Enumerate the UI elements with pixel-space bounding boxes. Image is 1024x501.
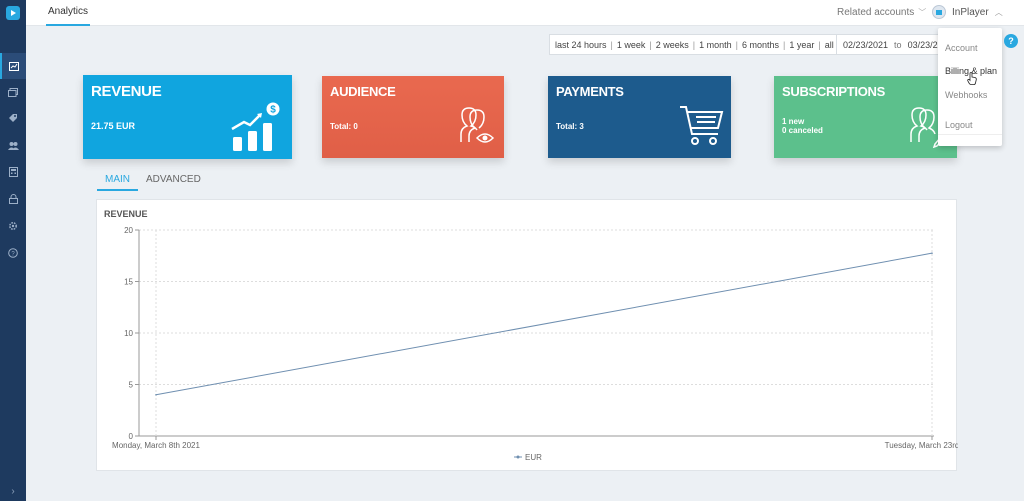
payments-card[interactable]: PAYMENTS Total: 3 [548,76,731,158]
revenue-title: REVENUE [91,83,162,100]
analytics-icon[interactable] [0,53,26,79]
range-all[interactable]: all [825,40,834,50]
y-tick-label: 20 [124,226,133,235]
subscriptions-new: 1 new [782,117,805,126]
menu-divider [938,134,1002,135]
payments-title: PAYMENTS [556,84,624,99]
subscriptions-card[interactable]: SUBSCRIPTIONS 1 new 0 canceled [774,76,957,158]
y-tick-label: 10 [124,329,133,338]
menu-item-webhooks[interactable]: Webhooks [945,90,987,100]
sidebar: ? › [0,0,26,501]
audience-card[interactable]: AUDIENCE Total: 0 [322,76,504,158]
range-1month[interactable]: 1 month [699,40,732,50]
x-tick-label: Tuesday, March 23rd 2021 [885,441,958,450]
subscriptions-canceled: 0 canceled [782,126,823,135]
y-tick-label: 5 [129,381,134,390]
data-point [931,252,933,254]
chevron-up-icon: ︿ [994,7,1003,17]
audience-value: Total: 0 [330,122,358,131]
svg-text:$: $ [270,105,276,116]
growth-chart-dollar-icon: $ [231,102,280,151]
hand-cursor-icon [967,72,977,85]
revenue-value: 21.75 EUR [91,121,136,131]
subscriptions-title: SUBSCRIPTIONS [782,84,886,99]
sidebar-collapse-button[interactable]: › [0,481,26,501]
date-from[interactable]: 02/23/2021 [843,40,888,50]
series-line-eur [155,252,933,396]
range-2weeks[interactable]: 2 weeks [656,40,689,50]
logo-play-icon[interactable] [0,0,26,26]
topbar: Analytics Related accounts ﹀ InPlayer ︿ [26,0,1024,26]
range-selector: last 24 hours | 1 week | 2 weeks | 1 month |… [549,34,840,55]
audience-title: AUDIENCE [330,84,396,99]
user-menu[interactable]: InPlayer ︿ [932,5,1003,19]
users-eye-icon [460,107,495,143]
y-tick-label: 0 [129,432,134,441]
data-point [155,394,157,396]
date-range-input[interactable]: 02/23/2021 to 03/23/20 [836,34,946,55]
menu-item-account[interactable]: Account [945,43,978,53]
date-to-label: to [894,39,902,50]
payments-value: Total: 3 [556,122,584,131]
lock-icon[interactable] [0,186,26,212]
chevron-down-icon: ﹀ [918,8,927,17]
related-accounts-label: Related accounts [837,7,915,18]
assets-icon[interactable] [0,79,26,105]
y-tick-label: 15 [124,278,133,287]
help-circle-icon[interactable]: ? [0,240,26,266]
range-6months[interactable]: 6 months [742,40,779,50]
tag-icon[interactable] [0,105,26,131]
related-accounts-button[interactable]: Related accounts ﹀ [837,7,926,18]
help-button[interactable]: ? [1004,34,1018,48]
range-1week[interactable]: 1 week [617,40,646,50]
legend-label: EUR [525,453,542,462]
legend-marker [516,455,520,459]
user-dropdown-menu: Account Billing & plan Webhooks Logout [938,28,1002,146]
user-name: InPlayer [952,6,989,18]
shopping-cart-icon [680,106,724,145]
revenue-chart-panel: REVENUE 0 5 10 15 20 Monday, March 8th 2021 Tu… [96,199,958,471]
settings-icon[interactable] [0,213,26,239]
range-24h[interactable]: last 24 hours [555,40,607,50]
tab-advanced[interactable]: ADVANCED [146,174,201,185]
x-tick-label: Monday, March 8th 2021 [112,441,200,450]
range-1year[interactable]: 1 year [789,40,814,50]
revenue-line-chart: 0 5 10 15 20 Monday, March 8th 2021 Tuesday, M… [112,226,958,462]
tab-main[interactable]: MAIN [97,174,138,191]
users-icon[interactable] [0,132,26,158]
avatar [932,5,946,19]
tab-analytics[interactable]: Analytics [46,0,91,26]
calculator-icon[interactable] [0,159,26,185]
revenue-card[interactable]: REVENUE 21.75 EUR $ [83,75,292,159]
menu-item-logout[interactable]: Logout [945,120,973,130]
